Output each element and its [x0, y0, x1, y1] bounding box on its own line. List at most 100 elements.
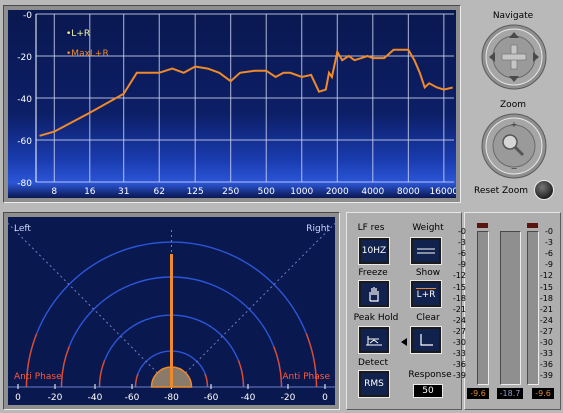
- meter-scale-label: -30: [452, 338, 466, 347]
- y-tick-label: -60: [17, 137, 32, 147]
- lf-res-button[interactable]: 10HZ: [358, 237, 390, 265]
- meter-scale-label: -39: [539, 371, 553, 381]
- x-tick-label: 500: [258, 187, 275, 197]
- x-tick-label: 8: [51, 187, 57, 197]
- freeze-label: Freeze: [358, 268, 388, 278]
- meter-scale-label: -24: [539, 315, 553, 325]
- mid-level-meter: [500, 231, 521, 385]
- x-tick-label: 8000: [397, 187, 420, 197]
- level-meters-panel: -0 -3 -6 -9 -12 -15 -18 -21 -24 -27 -30 -33 -36 -39 -…: [453, 212, 561, 410]
- right-clip-indicator: [527, 223, 538, 228]
- meter-scale-label: -33: [539, 349, 553, 359]
- phase-scale-label: -20: [48, 393, 63, 403]
- peak-hold-label: Peak Hold: [353, 313, 399, 323]
- reset-zoom-button[interactable]: [534, 180, 554, 200]
- x-tick-label: 1000: [290, 187, 313, 197]
- zoom-title: Zoom: [500, 100, 526, 110]
- phase-scale-label: -20: [281, 393, 296, 403]
- meter-scale-label: -27: [539, 326, 553, 336]
- left-level-meter: [477, 231, 489, 385]
- meter-scale-label: -36: [539, 360, 553, 370]
- x-tick-label: 250: [222, 187, 239, 197]
- show-label: Show: [415, 268, 441, 278]
- phase-scale-label: -40: [241, 393, 256, 403]
- meter-scale-label: -36: [452, 360, 466, 370]
- weight-label: Weight: [412, 223, 444, 233]
- navigate-pad[interactable]: [481, 24, 547, 90]
- peak-hold-arrow-icon: [401, 338, 407, 346]
- show-button[interactable]: L+R: [410, 280, 442, 308]
- phase-scale-label: -60: [204, 393, 219, 403]
- right-level-meter: [527, 231, 539, 385]
- left-level-readout: -9.6: [467, 388, 489, 399]
- zoom-in-icon[interactable]: +: [511, 120, 518, 129]
- phase-scope-panel: Left Right Anti Phase Anti Phase 0 -20 -40…: [3, 212, 340, 410]
- legend-item: •L+R: [66, 29, 90, 39]
- x-tick-label: 62: [154, 187, 165, 197]
- spectrum-panel: -0 -20 -40 -60 -80 8 16 31 62 125 250 500 1000 2000 4…: [3, 5, 461, 203]
- meter-scale-label: -0: [458, 227, 466, 236]
- controls-panel: LF res 10HZ Weight Freeze Show L+R Peak …: [346, 212, 462, 410]
- hand-icon: [369, 287, 379, 302]
- phase-scale-label: 0: [322, 393, 328, 403]
- meter-scale-label: -12: [539, 271, 553, 281]
- spectrum-chart[interactable]: -0 -20 -40 -60 -80 8 16 31 62 125 250 500 1000 2000 4…: [8, 10, 456, 198]
- meter-scale-label: -30: [539, 338, 553, 347]
- x-tick-label: 4000: [361, 187, 384, 197]
- freeze-button[interactable]: [358, 280, 390, 308]
- clear-label: Clear: [416, 313, 440, 323]
- meter-scale-label: -0: [545, 227, 553, 236]
- weight-button[interactable]: [410, 237, 442, 265]
- x-tick-label: 2000: [326, 187, 349, 197]
- detect-value: RMS: [364, 379, 384, 389]
- y-tick-label: -20: [17, 53, 32, 63]
- weight-flat-icon: [417, 248, 435, 254]
- right-level-readout: -9.6: [532, 388, 554, 399]
- meter-scale-label: -39: [452, 371, 466, 381]
- meter-scale-label: -18: [539, 293, 553, 303]
- lf-res-value: 10HZ: [361, 246, 387, 256]
- left-clip-indicator: [477, 223, 488, 228]
- view-controls-panel: Navigate Zoom + − Reset Zoom: [463, 0, 563, 206]
- detect-button[interactable]: RMS: [358, 370, 390, 398]
- zoom-pad[interactable]: + −: [481, 113, 547, 179]
- meter-scale-label: -21: [452, 304, 466, 314]
- navigate-title: Navigate: [492, 11, 534, 21]
- meter-scale-label: -27: [452, 326, 466, 336]
- meter-scale-label: -18: [452, 293, 466, 303]
- meter-scale-label: -24: [452, 315, 466, 325]
- x-tick-label: 125: [187, 187, 204, 197]
- meter-scale-label: -3: [458, 238, 466, 248]
- clear-icon: [420, 334, 433, 346]
- phase-left-label: Left: [14, 224, 31, 234]
- phase-scope: Left Right Anti Phase Anti Phase 0 -20 -40…: [8, 217, 335, 405]
- anti-phase-right-label: Anti Phase: [282, 372, 330, 382]
- mid-level-readout: -18.7: [497, 388, 523, 399]
- show-value: L+R: [416, 290, 436, 300]
- meter-scale-label: -21: [539, 304, 553, 314]
- meter-scale-label: -15: [539, 282, 553, 292]
- reset-zoom-label: Reset Zoom: [474, 186, 528, 196]
- meter-scale-label: -33: [452, 349, 466, 359]
- meter-scale-label: -15: [452, 282, 466, 292]
- phase-scale-label: -60: [125, 393, 140, 403]
- zoom-out-icon[interactable]: −: [511, 164, 518, 173]
- y-tick-label: -0: [23, 11, 32, 21]
- detect-label: Detect: [357, 358, 388, 368]
- y-tick-label: -80: [17, 179, 32, 189]
- meter-scale-label: -6: [458, 249, 466, 259]
- clear-button[interactable]: [410, 326, 442, 354]
- x-tick-label: 16: [84, 187, 96, 197]
- peak-hold-button[interactable]: [358, 326, 390, 354]
- phase-scale-label: 0: [15, 393, 21, 403]
- response-label: Response: [408, 370, 452, 380]
- show-indicator: [416, 288, 436, 289]
- meter-scale-label: -12: [452, 271, 466, 281]
- response-field[interactable]: 50: [413, 384, 443, 398]
- anti-phase-left-label: Anti Phase: [14, 372, 62, 382]
- meter-scale-label: -9: [458, 260, 466, 270]
- x-tick-label: 31: [118, 187, 129, 197]
- meter-scale-label: -6: [545, 249, 553, 259]
- phase-scale-label: -40: [88, 393, 103, 403]
- phase-right-label: Right: [306, 224, 330, 234]
